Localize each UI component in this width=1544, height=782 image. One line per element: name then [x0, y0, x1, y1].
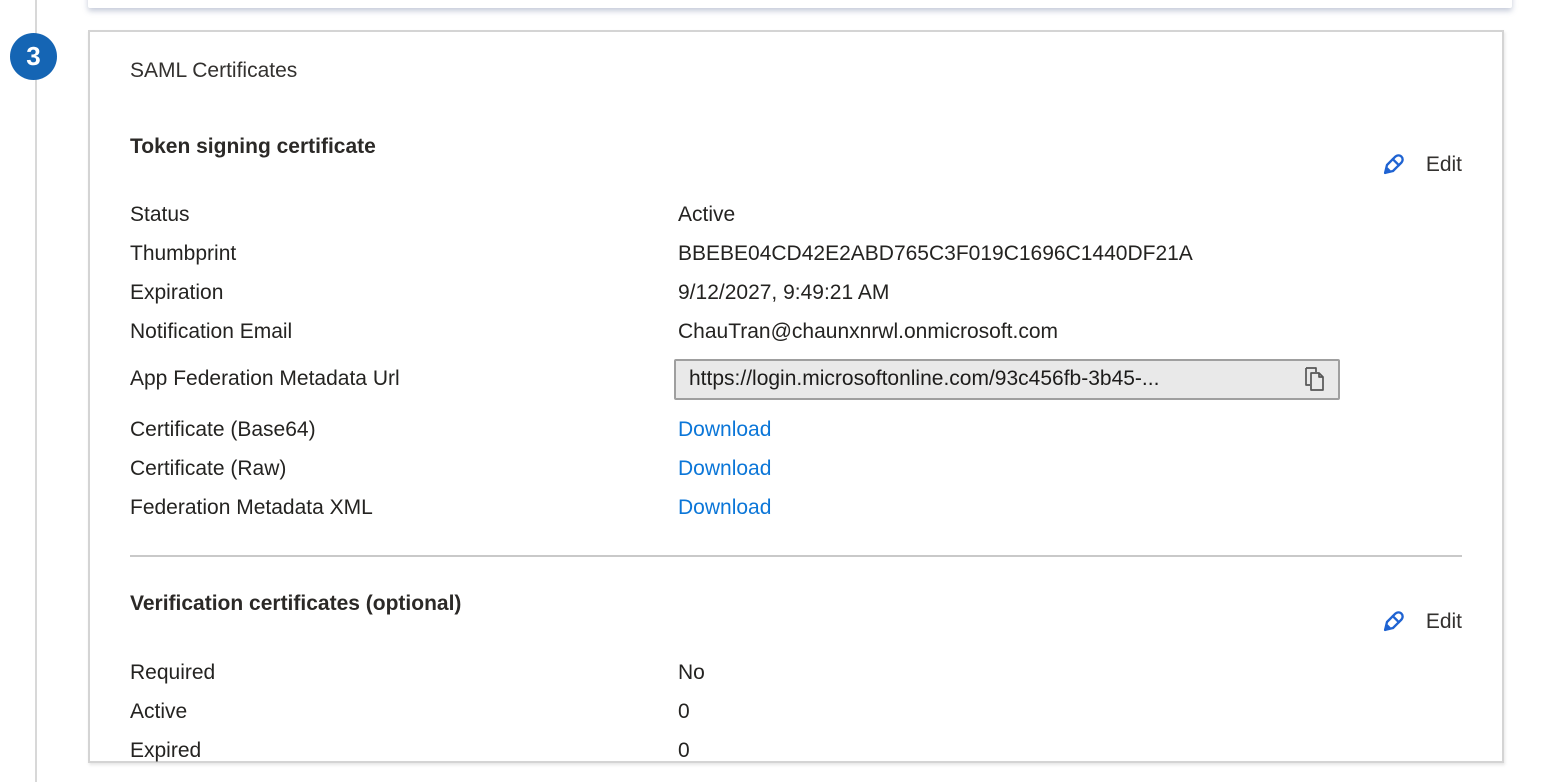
certificate-raw-row: Certificate (Raw) Download: [130, 449, 1462, 488]
token-signing-rows: Status Active Thumbprint BBEBE04CD42E2AB…: [130, 195, 1462, 527]
status-value: Active: [678, 203, 735, 227]
verification-certificates-header: Verification certificates (optional) Edi…: [130, 591, 1462, 639]
row-label: Federation Metadata XML: [130, 496, 678, 520]
download-federation-metadata-xml-link[interactable]: Download: [678, 496, 771, 520]
previous-card-bottom-edge: [88, 0, 1512, 8]
thumbprint-row: Thumbprint BBEBE04CD42E2ABD765C3F019C169…: [130, 234, 1462, 273]
copy-icon: [1300, 365, 1328, 393]
row-label: Status: [130, 203, 678, 227]
notification-email-row: Notification Email ChauTran@chaunxnrwl.o…: [130, 312, 1462, 351]
active-value: 0: [678, 700, 690, 724]
verification-rows: Required No Active 0 Expired 0: [130, 653, 1462, 770]
row-label: Active: [130, 700, 678, 724]
app-federation-metadata-url-row: App Federation Metadata Url https://logi…: [130, 356, 1462, 402]
expiration-row: Expiration 9/12/2027, 9:49:21 AM: [130, 273, 1462, 312]
row-label: Certificate (Raw): [130, 457, 678, 481]
metadata-url-field[interactable]: https://login.microsoftonline.com/93c456…: [674, 359, 1340, 400]
federation-metadata-xml-row: Federation Metadata XML Download: [130, 488, 1462, 527]
edit-label: Edit: [1426, 153, 1462, 177]
row-label: Notification Email: [130, 320, 678, 344]
edit-pencil-icon: [1376, 605, 1410, 639]
row-label: Required: [130, 661, 678, 685]
edit-verification-certificates-button[interactable]: Edit: [1376, 605, 1462, 639]
row-label: Expiration: [130, 281, 678, 305]
token-signing-header: Token signing certificate Edit: [130, 134, 1462, 182]
edit-label: Edit: [1426, 610, 1462, 634]
required-value: No: [678, 661, 705, 685]
download-certificate-base64-link[interactable]: Download: [678, 418, 771, 442]
step-number: 3: [26, 41, 40, 72]
section-divider: [130, 555, 1462, 557]
expiration-value: 9/12/2027, 9:49:21 AM: [678, 281, 889, 305]
row-label: App Federation Metadata Url: [130, 367, 678, 391]
step-3-badge: 3: [10, 33, 57, 80]
row-label: Certificate (Base64): [130, 418, 678, 442]
saml-certificates-card: SAML Certificates Token signing certific…: [88, 30, 1504, 763]
metadata-url-value: https://login.microsoftonline.com/93c456…: [689, 367, 1292, 391]
thumbprint-value: BBEBE04CD42E2ABD765C3F019C1696C1440DF21A: [678, 242, 1193, 266]
copy-url-button[interactable]: [1300, 365, 1328, 393]
edit-pencil-icon: [1376, 148, 1410, 182]
required-row: Required No: [130, 653, 1462, 692]
certificate-base64-row: Certificate (Base64) Download: [130, 410, 1462, 449]
active-row: Active 0: [130, 692, 1462, 731]
timeline-connector: [35, 0, 37, 782]
expired-row: Expired 0: [130, 731, 1462, 770]
notification-email-value: ChauTran@chaunxnrwl.onmicrosoft.com: [678, 320, 1058, 344]
row-label: Expired: [130, 739, 678, 763]
verification-certificates-heading: Verification certificates (optional): [130, 591, 461, 617]
download-certificate-raw-link[interactable]: Download: [678, 457, 771, 481]
edit-token-signing-button[interactable]: Edit: [1376, 148, 1462, 182]
status-row: Status Active: [130, 195, 1462, 234]
row-label: Thumbprint: [130, 242, 678, 266]
saml-sso-settings-page: 3 SAML Certificates Token signing certif…: [0, 0, 1544, 782]
card-title: SAML Certificates: [130, 58, 1462, 84]
token-signing-heading: Token signing certificate: [130, 134, 376, 160]
expired-value: 0: [678, 739, 690, 763]
